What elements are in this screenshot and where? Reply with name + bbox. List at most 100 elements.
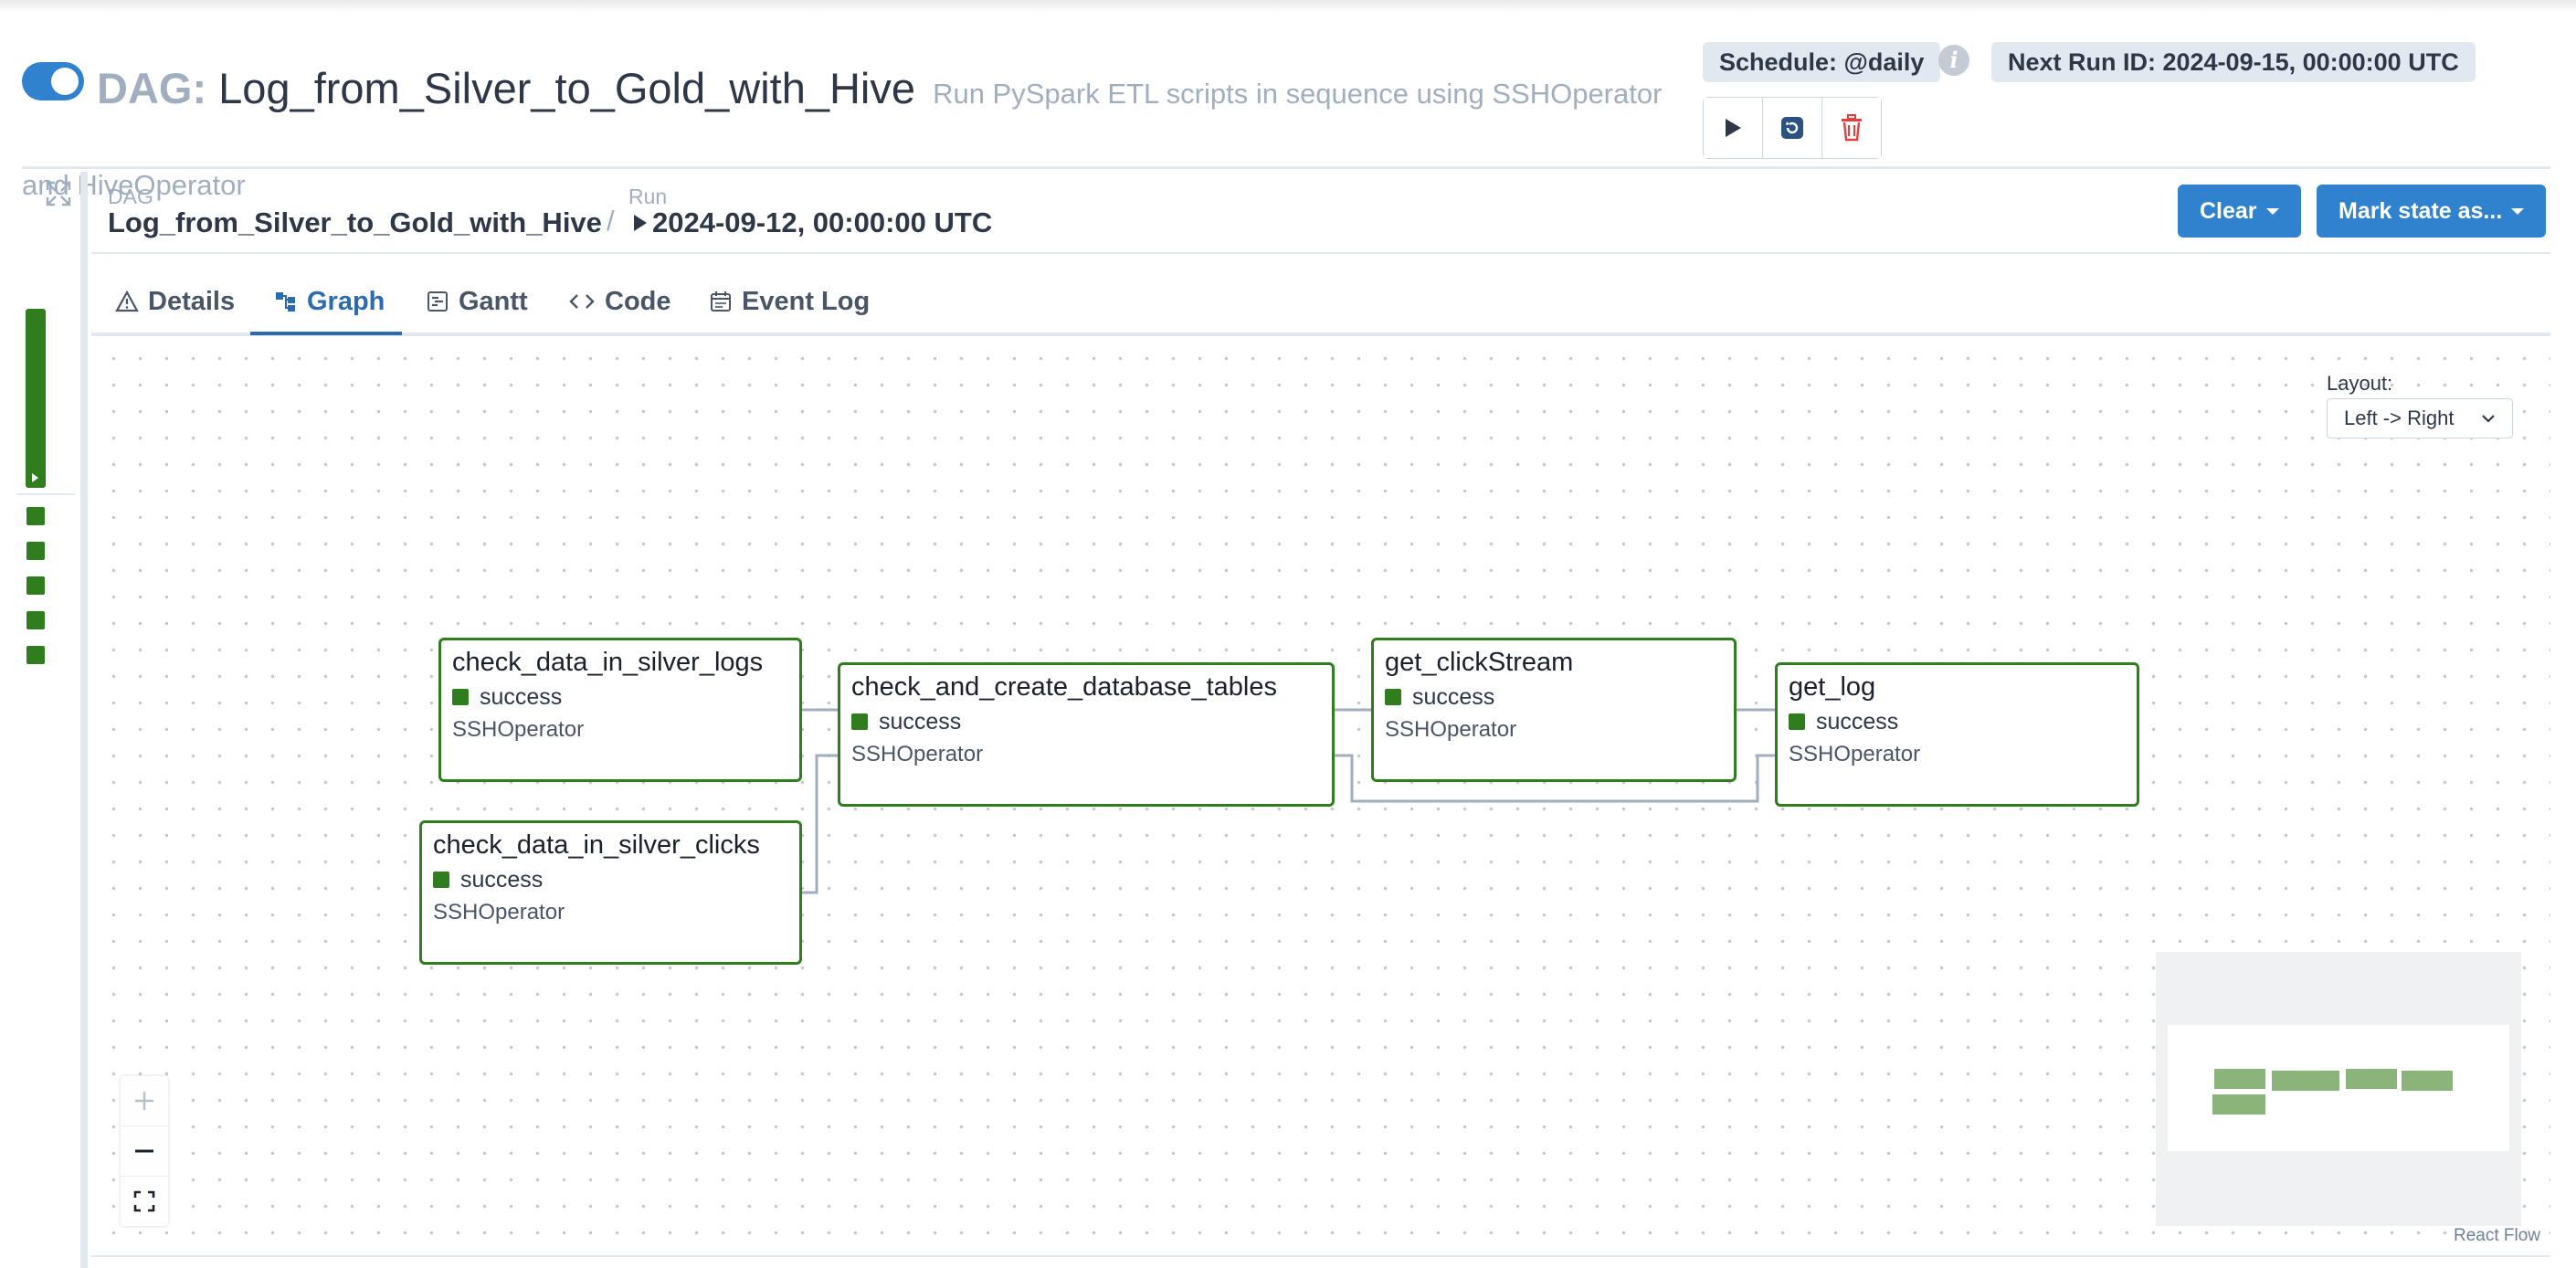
task-state: success bbox=[452, 681, 788, 713]
minimap-node bbox=[2402, 1071, 2453, 1091]
top-shadow bbox=[0, 0, 2576, 13]
tab-label: Event Log bbox=[742, 286, 871, 316]
schedule-badge: Schedule: @daily bbox=[1703, 42, 1941, 82]
active-tab-indicator bbox=[250, 332, 402, 335]
minimap-node bbox=[2214, 1069, 2265, 1089]
tab-details[interactable]: Details bbox=[115, 280, 235, 323]
play-icon bbox=[1726, 119, 1741, 137]
run-bar-baseline bbox=[16, 493, 75, 495]
clear-button[interactable]: Clear bbox=[2178, 185, 2301, 238]
zoom-in-button[interactable] bbox=[121, 1076, 168, 1126]
task-instance-cell[interactable] bbox=[26, 576, 45, 595]
info-icon[interactable]: i bbox=[1938, 45, 1969, 76]
minus-icon bbox=[135, 1149, 153, 1153]
reparse-dag-button[interactable] bbox=[1763, 98, 1822, 158]
dag-action-buttons bbox=[1703, 97, 1882, 159]
tab-event-log[interactable]: Event Log bbox=[709, 280, 870, 323]
tab-label: Gantt bbox=[459, 286, 528, 316]
task-state: success bbox=[1789, 705, 2126, 738]
minimap-node bbox=[2346, 1069, 2397, 1089]
graph-icon bbox=[276, 292, 295, 312]
breadcrumb-dag-link[interactable]: Log_from_Silver_to_Gold_with_Hive bbox=[108, 206, 602, 239]
run-type-icon bbox=[634, 215, 647, 231]
task-node-get-clickstream[interactable]: get_clickStream success SSHOperator bbox=[1371, 638, 1737, 782]
task-state-label: success bbox=[480, 684, 563, 710]
breadcrumb-run-label: Run bbox=[628, 185, 668, 208]
task-state: success bbox=[433, 863, 788, 896]
graph-minimap[interactable] bbox=[2156, 952, 2521, 1226]
task-operator: SSHOperator bbox=[851, 742, 984, 766]
task-name: check_and_create_database_tables bbox=[851, 672, 1277, 702]
tab-label: Code bbox=[605, 286, 671, 316]
tab-gantt[interactable]: Gantt bbox=[426, 280, 528, 323]
task-state-label: success bbox=[460, 867, 544, 893]
graph-canvas[interactable]: check_data_in_silver_logs success SSHOpe… bbox=[91, 336, 2550, 1257]
mark-state-label: Mark state as... bbox=[2338, 198, 2503, 224]
dag-title: DAG: Log_from_Silver_to_Gold_with_Hive R… bbox=[22, 46, 1694, 228]
zoom-out-button[interactable] bbox=[121, 1126, 168, 1177]
react-flow-attribution[interactable]: React Flow bbox=[2450, 1226, 2545, 1246]
task-node-check-data-in-silver-clicks[interactable]: check_data_in_silver_clicks success SSHO… bbox=[419, 820, 802, 965]
breadcrumb-divider bbox=[91, 252, 2550, 254]
dag-run-bar[interactable] bbox=[26, 309, 46, 488]
task-name: check_data_in_silver_clicks bbox=[433, 830, 760, 860]
task-node-check-and-create-database-tables[interactable]: check_and_create_database_tables success… bbox=[838, 662, 1335, 807]
tab-code[interactable]: Code bbox=[568, 280, 671, 323]
success-status-icon bbox=[433, 872, 449, 888]
header-divider bbox=[22, 166, 2550, 169]
expand-icon[interactable] bbox=[44, 179, 73, 208]
fit-view-icon bbox=[133, 1190, 155, 1212]
next-run-badge: Next Run ID: 2024-09-15, 00:00:00 UTC bbox=[1991, 42, 2476, 82]
task-state: success bbox=[1385, 681, 1723, 713]
mark-state-button[interactable]: Mark state as... bbox=[2317, 185, 2547, 238]
success-status-icon bbox=[1789, 713, 1805, 730]
task-instance-cell[interactable] bbox=[26, 611, 45, 629]
task-operator: SSHOperator bbox=[452, 717, 585, 742]
task-operator: SSHOperator bbox=[1385, 717, 1517, 742]
task-instance-cell[interactable] bbox=[26, 507, 45, 525]
breadcrumb-dag-label: DAG bbox=[108, 185, 153, 208]
tab-graph[interactable]: Graph bbox=[274, 280, 385, 323]
tab-label: Details bbox=[148, 286, 236, 316]
trigger-dag-button[interactable] bbox=[1704, 98, 1763, 158]
task-state-label: success bbox=[1412, 684, 1495, 710]
chevron-down-icon bbox=[2511, 208, 2525, 215]
run-id-text: 2024-09-12, 00:00:00 UTC bbox=[652, 206, 993, 238]
task-state-label: success bbox=[1816, 709, 1899, 734]
dag-label: DAG: bbox=[97, 64, 207, 112]
minimap-node bbox=[2272, 1071, 2339, 1091]
task-instance-cell[interactable] bbox=[26, 646, 45, 664]
minimap-node bbox=[2212, 1094, 2265, 1115]
chevron-down-icon bbox=[2482, 415, 2495, 423]
chevron-down-icon bbox=[2265, 208, 2279, 215]
task-instance-cell[interactable] bbox=[26, 542, 45, 560]
panel-resize-handle[interactable] bbox=[80, 172, 88, 1268]
layout-select[interactable]: Left -> Right bbox=[2327, 398, 2513, 439]
task-name: get_clickStream bbox=[1385, 648, 1574, 677]
success-status-icon bbox=[1385, 689, 1401, 705]
edge-silver-clicks-to-create-tables bbox=[802, 754, 838, 894]
breadcrumb-run-value[interactable]: 2024-09-12, 00:00:00 UTC bbox=[634, 206, 992, 239]
task-name: check_data_in_silver_logs bbox=[452, 648, 764, 677]
success-status-icon bbox=[851, 713, 868, 730]
gantt-icon bbox=[428, 291, 448, 312]
calendar-icon bbox=[711, 291, 731, 312]
task-operator: SSHOperator bbox=[433, 900, 565, 925]
task-state: success bbox=[851, 705, 1321, 738]
clear-label: Clear bbox=[2200, 198, 2257, 224]
trash-icon bbox=[1842, 114, 1862, 142]
task-node-get-log[interactable]: get_log success SSHOperator bbox=[1775, 662, 2139, 807]
fit-view-button[interactable] bbox=[121, 1177, 168, 1226]
run-triangle-icon bbox=[32, 473, 38, 482]
layout-select-value: Left -> Right bbox=[2344, 407, 2455, 429]
delete-dag-button[interactable] bbox=[1822, 98, 1881, 158]
dag-id: Log_from_Silver_to_Gold_with_Hive bbox=[218, 64, 916, 112]
task-operator: SSHOperator bbox=[1789, 742, 1921, 766]
layout-label: Layout: bbox=[2327, 372, 2393, 395]
warning-triangle-icon bbox=[115, 290, 139, 312]
task-state-label: success bbox=[879, 709, 962, 734]
task-node-check-data-in-silver-logs[interactable]: check_data_in_silver_logs success SSHOpe… bbox=[438, 638, 802, 782]
task-name: get_log bbox=[1789, 672, 1876, 702]
tab-label: Graph bbox=[307, 286, 385, 316]
zoom-controls bbox=[121, 1076, 168, 1226]
